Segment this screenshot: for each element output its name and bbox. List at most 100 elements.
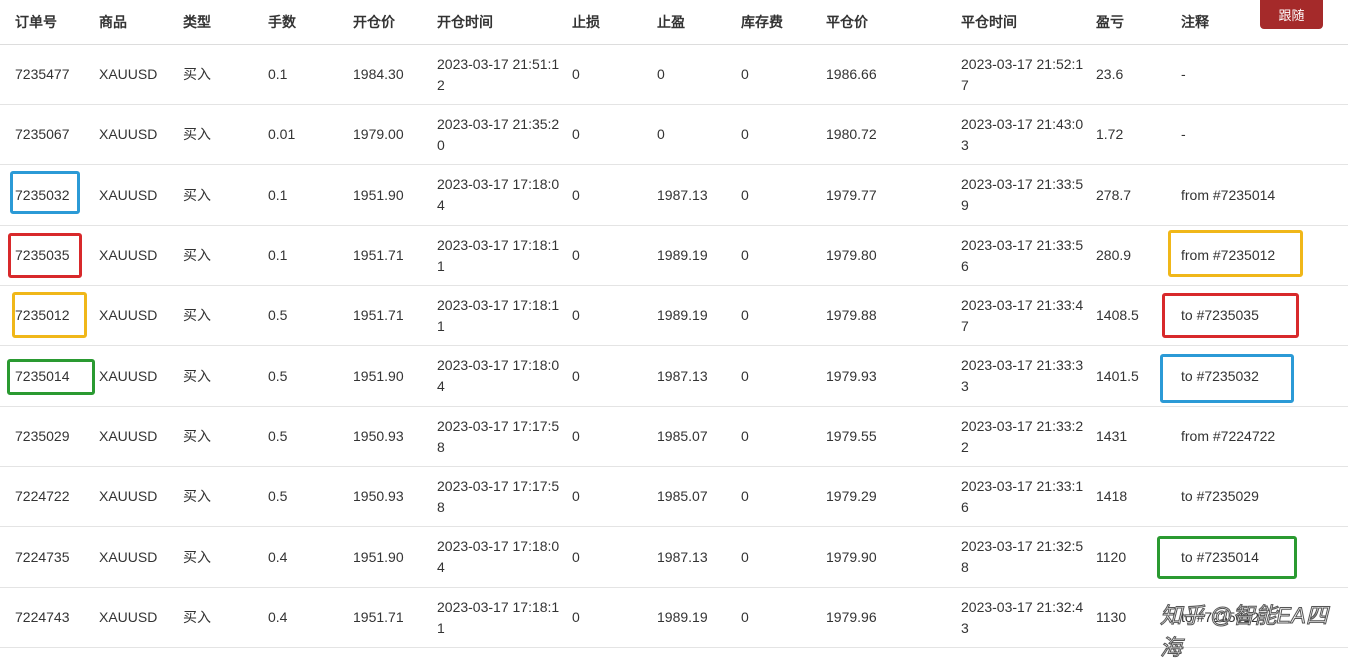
header-swap: 库存费 (741, 13, 783, 30)
type-cell: 买入 (183, 247, 211, 263)
profit-cell: 280.9 (1096, 247, 1132, 263)
close-price-cell: 1979.88 (826, 307, 877, 323)
table-row[interactable]: 7235029 XAUUSD 买入 0.5 1950.93 2023-03-17 17:1… (0, 407, 1348, 467)
lots-cell: 0.5 (268, 428, 288, 444)
comment-cell: from #7224722 (1181, 428, 1276, 444)
stop-loss-cell: 0 (572, 428, 580, 444)
open-time-cell: 2023-03-17 17:18:04 (437, 538, 560, 575)
table-row[interactable]: 7235067 XAUUSD 买入 0.01 1979.00 2023-03-17 21:… (0, 105, 1348, 165)
take-profit-cell: 1987.13 (657, 367, 708, 384)
close-time-cell: 2023-03-17 21:32:58 (961, 538, 1084, 575)
table-row[interactable]: 7224722 XAUUSD 买入 0.5 1950.93 2023-03-17 17:1… (0, 467, 1348, 527)
symbol-cell: XAUUSD (99, 66, 158, 82)
open-time-cell: 2023-03-17 17:17:58 (437, 417, 560, 455)
order-cell: 7235012 (15, 307, 70, 323)
type-cell: 买入 (183, 428, 211, 444)
order-cell: 7224722 (15, 488, 70, 504)
type-cell: 买入 (183, 126, 211, 142)
header-close-time: 平仓时间 (961, 13, 1017, 30)
header-type: 类型 (183, 13, 211, 30)
open-price-cell: 1951.71 (353, 609, 404, 625)
lots-cell: 0.1 (268, 66, 288, 82)
stop-loss-cell: 0 (572, 66, 580, 82)
close-price-cell: 1979.80 (826, 247, 877, 263)
comment-cell: to #7235029 (1181, 488, 1259, 504)
profit-cell: 1431 (1096, 428, 1128, 444)
table-row[interactable]: 7224735 XAUUSD 买入 0.4 1951.90 2023-03-17 17:1… (0, 527, 1348, 588)
swap-cell: 0 (741, 548, 749, 565)
swap-cell: 0 (741, 609, 749, 625)
lots-cell: 0.1 (268, 247, 288, 263)
swap-cell: 0 (741, 66, 749, 82)
comment-cell: to #7235032 (1181, 367, 1259, 384)
header-profit: 盈亏 (1096, 13, 1124, 30)
take-profit-cell: 0 (657, 126, 665, 142)
swap-cell: 0 (741, 186, 749, 203)
swap-cell: 0 (741, 247, 749, 263)
stop-loss-cell: 0 (572, 247, 580, 263)
profit-cell: 278.7 (1096, 186, 1132, 203)
lots-cell: 0.4 (268, 609, 288, 625)
open-time-cell: 2023-03-17 17:18:11 (437, 236, 560, 274)
table-row[interactable]: 7235012 XAUUSD 买入 0.5 1951.71 2023-03-17 17:1… (0, 286, 1348, 346)
watermark-logo: 知乎 @智能EA四海 (1160, 603, 1329, 661)
symbol-cell: XAUUSD (99, 428, 158, 444)
symbol-cell: XAUUSD (99, 367, 158, 384)
order-cell: 7224735 (15, 548, 70, 565)
take-profit-cell: 1985.07 (657, 428, 708, 444)
close-time-cell: 2023-03-17 21:33:56 (961, 236, 1084, 274)
stop-loss-cell: 0 (572, 307, 580, 323)
symbol-cell: XAUUSD (99, 126, 158, 142)
order-cell: 7235032 (15, 186, 70, 203)
close-time-cell: 2023-03-17 21:32:43 (961, 598, 1084, 636)
open-price-cell: 1951.90 (353, 548, 404, 565)
close-price-cell: 1986.66 (826, 66, 877, 82)
table-row[interactable]: 7235032 XAUUSD 买入 0.1 1951.90 2023-03-17 17:1… (0, 165, 1348, 226)
open-price-cell: 1979.00 (353, 126, 404, 142)
comment-cell: from #7235014 (1181, 186, 1276, 203)
comment-cell: - (1181, 126, 1186, 142)
stop-loss-cell: 0 (572, 488, 580, 504)
open-time-cell: 2023-03-17 17:17:58 (437, 477, 560, 515)
comment-cell: - (1181, 66, 1186, 82)
close-price-cell: 1979.96 (826, 609, 877, 625)
follow-button[interactable]: 跟随 (1260, 0, 1323, 29)
symbol-cell: XAUUSD (99, 548, 158, 565)
close-time-cell: 2023-03-17 21:43:03 (961, 115, 1084, 153)
header-open-price: 开仓价 (353, 13, 395, 30)
order-cell: 7235014 (15, 367, 70, 384)
open-time-cell: 2023-03-17 17:18:04 (437, 357, 560, 394)
stop-loss-cell: 0 (572, 126, 580, 142)
close-price-cell: 1979.77 (826, 186, 877, 203)
stop-loss-cell: 0 (572, 367, 580, 384)
table-header: 订单号 商品 类型 手数 开仓价 开仓时间 止损 止盈 库存费 平仓价 平仓时间… (0, 0, 1348, 45)
swap-cell: 0 (741, 126, 749, 142)
order-cell: 7235029 (15, 428, 70, 444)
table-row[interactable]: 7224743 XAUUSD 买入 0.4 1951.71 2023-03-17 17:1… (0, 588, 1348, 648)
profit-cell: 1401.5 (1096, 367, 1139, 384)
lots-cell: 0.1 (268, 186, 288, 203)
symbol-cell: XAUUSD (99, 247, 158, 263)
header-stop-loss: 止损 (572, 13, 600, 30)
take-profit-cell: 1985.07 (657, 488, 708, 504)
take-profit-cell: 1989.19 (657, 307, 708, 323)
table-row[interactable]: 7235035 XAUUSD 买入 0.1 1951.71 2023-03-17 17:1… (0, 226, 1348, 286)
symbol-cell: XAUUSD (99, 186, 158, 203)
close-price-cell: 1979.93 (826, 367, 877, 384)
stop-loss-cell: 0 (572, 609, 580, 625)
close-time-cell: 2023-03-17 21:33:59 (961, 176, 1084, 213)
close-time-cell: 2023-03-17 21:52:17 (961, 55, 1084, 93)
close-time-cell: 2023-03-17 21:33:22 (961, 417, 1084, 455)
take-profit-cell: 0 (657, 66, 665, 82)
swap-cell: 0 (741, 307, 749, 323)
table-row[interactable]: 7235477 XAUUSD 买入 0.1 1984.30 2023-03-17 21:5… (0, 45, 1348, 105)
table-row[interactable]: 7235014 XAUUSD 买入 0.5 1951.90 2023-03-17 17:1… (0, 346, 1348, 407)
header-close-price: 平仓价 (826, 13, 868, 30)
open-time-cell: 2023-03-17 17:18:11 (437, 296, 560, 334)
open-time-cell: 2023-03-17 17:18:04 (437, 176, 560, 213)
open-price-cell: 1950.93 (353, 488, 404, 504)
lots-cell: 0.5 (268, 307, 288, 323)
take-profit-cell: 1989.19 (657, 247, 708, 263)
type-cell: 买入 (183, 548, 211, 565)
swap-cell: 0 (741, 367, 749, 384)
